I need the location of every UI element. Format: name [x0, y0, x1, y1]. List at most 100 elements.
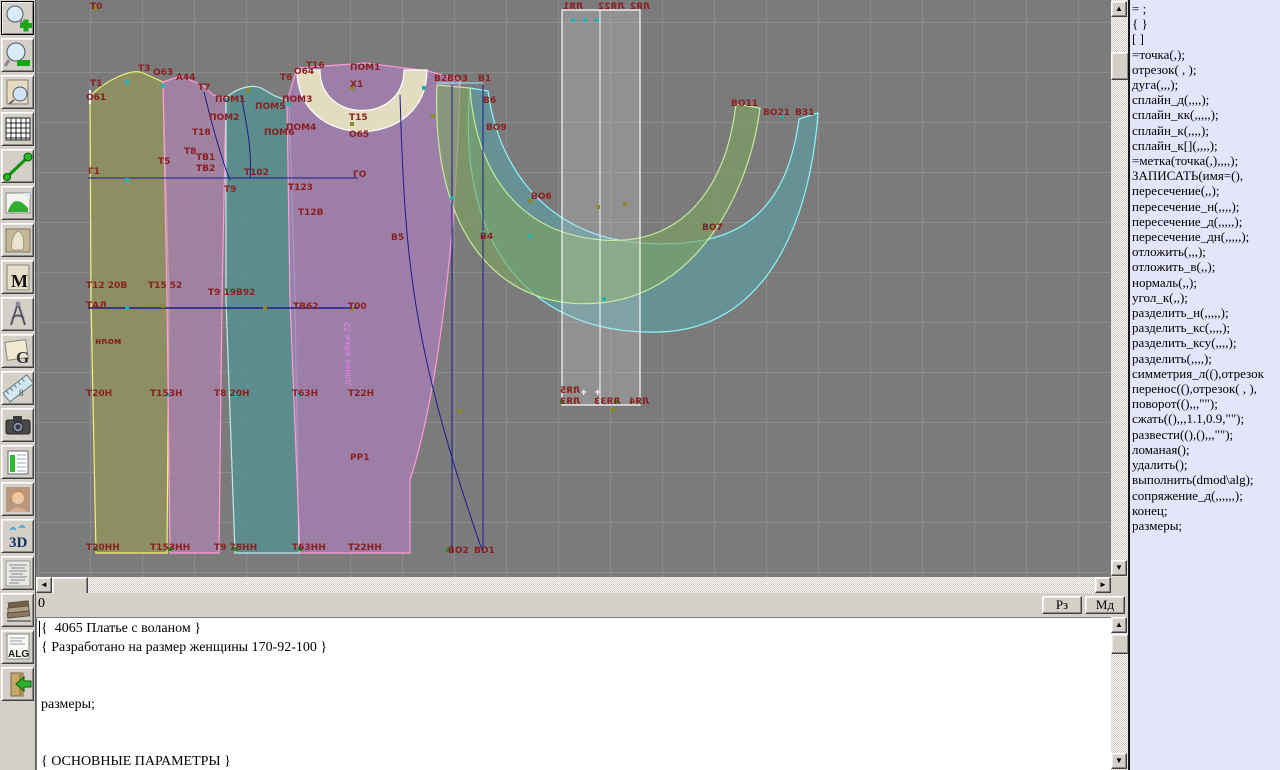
function-item[interactable]: поворот((),,,""); [1132, 396, 1280, 411]
canvas-scroll-right-button[interactable]: ► [1095, 577, 1111, 593]
zoom-page-button[interactable] [1, 75, 34, 109]
measure-line-button[interactable] [1, 149, 34, 183]
function-item[interactable]: = ; [1132, 1, 1280, 16]
point-label: Т15 [349, 113, 368, 123]
canvas-scroll-up-button[interactable]: ▲ [1111, 1, 1127, 17]
measure-line-icon [3, 151, 33, 181]
model-m-button[interactable]: M [1, 260, 34, 294]
function-item[interactable]: симметрия_л((),отрезок [1132, 366, 1280, 381]
function-item[interactable]: удалить(); [1132, 457, 1280, 472]
point-label: ЛЯ33 [594, 397, 621, 407]
canvas-vscroll-thumb[interactable] [1111, 52, 1129, 80]
function-item[interactable]: угол_к(,,); [1132, 290, 1280, 305]
point-label: Х1 [350, 80, 363, 90]
function-item[interactable]: сплайн_кк(,,,,,); [1132, 107, 1280, 122]
image-button[interactable] [1, 186, 34, 220]
canvas-vscrollbar[interactable]: ▲ ▼ [1111, 0, 1128, 577]
editor-vscroll-thumb[interactable] [1111, 634, 1129, 654]
point-label: Т20НН [86, 543, 120, 553]
point-label: ПОМ2 [209, 113, 239, 123]
text-caret [39, 621, 40, 637]
rz-button[interactable]: Рз [1042, 596, 1082, 614]
point-label: ЛЯ5 [560, 386, 581, 396]
ruler-icon: 8 [3, 373, 33, 403]
size-table-button[interactable] [1, 445, 34, 479]
function-item[interactable]: сжать((),,,1.1,0.9,""); [1132, 411, 1280, 426]
point-label: Т3 [138, 64, 150, 74]
zoom-in-icon [3, 3, 33, 33]
function-item[interactable]: сопряжение_д(,,,,,,); [1132, 488, 1280, 503]
spec-list-button[interactable] [1, 556, 34, 590]
zoom-in-button[interactable] [1, 1, 34, 35]
function-item[interactable]: разделить_ксу(,,,,); [1132, 335, 1280, 350]
point-label: ПОМ5 [255, 102, 285, 112]
function-item[interactable]: пересечение_д(,,,,,); [1132, 214, 1280, 229]
function-item[interactable]: =метка(точка(,),,,,); [1132, 153, 1280, 168]
editor-vscrollbar[interactable]: ▲ ▼ [1111, 617, 1128, 770]
ruler-button[interactable]: 8 [1, 371, 34, 405]
function-item[interactable]: разделить_н(,,,,,); [1132, 305, 1280, 320]
grading-g-button[interactable]: G [1, 334, 34, 368]
function-item[interactable]: сплайн_к[](,,,,); [1132, 138, 1280, 153]
function-item[interactable]: размеры; [1132, 518, 1280, 533]
point-marker [125, 80, 129, 84]
point-label: Т6 [280, 73, 292, 83]
point-label: + [580, 388, 588, 398]
point-label: Т00 [348, 302, 367, 312]
function-item[interactable]: =точка(,); [1132, 47, 1280, 62]
function-item[interactable]: пересечение_дн(,,,,,); [1132, 229, 1280, 244]
drawing-canvas[interactable]: Т0Т1О61Т3О63А44Т7ПОМ1ПОМ2Т18Т8ТВ1ТВ2Т5Г1… [36, 0, 1111, 577]
function-item[interactable]: дуга(,,,); [1132, 77, 1280, 92]
point-label: Т102 [244, 168, 269, 178]
function-item[interactable]: [ ] [1132, 31, 1280, 46]
view-3d-button[interactable]: 3D [1, 519, 34, 553]
editor-line: размеры; [41, 695, 1111, 714]
zoom-out-button[interactable] [1, 38, 34, 72]
editor-scroll-up-button[interactable]: ▲ [1111, 617, 1127, 633]
arrow-right-icon: ► [1099, 580, 1107, 589]
function-item[interactable]: перенос((),отрезок( , ), [1132, 381, 1280, 396]
editor-scroll-down-button[interactable]: ▼ [1111, 753, 1127, 769]
function-item[interactable]: пересечение_н(,,,,); [1132, 199, 1280, 214]
pattern-piece-back-panel[interactable] [90, 72, 169, 553]
function-item[interactable]: разделить(,,,,); [1132, 351, 1280, 366]
function-item[interactable]: сплайн_д(,,,,); [1132, 92, 1280, 107]
canvas-scroll-down-button[interactable]: ▼ [1111, 560, 1127, 576]
point-marker [583, 18, 587, 22]
md-button[interactable]: Мд [1085, 596, 1125, 614]
canvas-scroll-left-button[interactable]: ◄ [36, 577, 52, 593]
function-item[interactable]: отрезок( , ); [1132, 62, 1280, 77]
image-icon [3, 188, 33, 218]
point-label: ВО1 [474, 546, 495, 556]
spec-list-icon [3, 558, 33, 588]
function-item[interactable]: { } [1132, 16, 1280, 31]
algorithm-editor[interactable]: { 4065 Платье с воланом }{ Разработано н… [36, 617, 1111, 770]
function-item[interactable]: конец; [1132, 503, 1280, 518]
point-label: ВО6 [531, 192, 552, 202]
function-item[interactable]: разделить_кс(,,,,); [1132, 320, 1280, 335]
function-item[interactable]: развести((),(),,,""); [1132, 427, 1280, 442]
pattern-piece-belt-strip[interactable] [562, 10, 640, 405]
compass-button[interactable] [1, 297, 34, 331]
canvas-hscrollbar[interactable]: ◄ ► [36, 577, 1111, 593]
function-item[interactable]: сплайн_к(,,,,); [1132, 123, 1280, 138]
algorithm-button[interactable]: ALG [1, 630, 34, 664]
point-label: Т12 20В [86, 281, 127, 291]
grid-button[interactable] [1, 112, 34, 146]
portrait-button[interactable] [1, 482, 34, 516]
function-item[interactable]: ЗАПИСАТЬ(имя=(), [1132, 168, 1280, 183]
books-button[interactable] [1, 593, 34, 627]
function-item[interactable]: отложить(,,,); [1132, 244, 1280, 259]
point-marker [125, 178, 129, 182]
function-item[interactable]: отложить_в(,,); [1132, 259, 1280, 274]
svg-text:M: M [11, 271, 28, 291]
point-label: ВО7 [702, 223, 723, 233]
function-item[interactable]: пересечение(,,); [1132, 183, 1280, 198]
exit-button[interactable] [1, 667, 34, 701]
pattern-sheet-button[interactable] [1, 223, 34, 257]
function-item[interactable]: нормаль(,,); [1132, 275, 1280, 290]
function-item[interactable]: выполнить(dmod\alg); [1132, 472, 1280, 487]
camera-button[interactable] [1, 408, 34, 442]
point-label: ВО9 [486, 123, 507, 133]
function-item[interactable]: ломаная(); [1132, 442, 1280, 457]
